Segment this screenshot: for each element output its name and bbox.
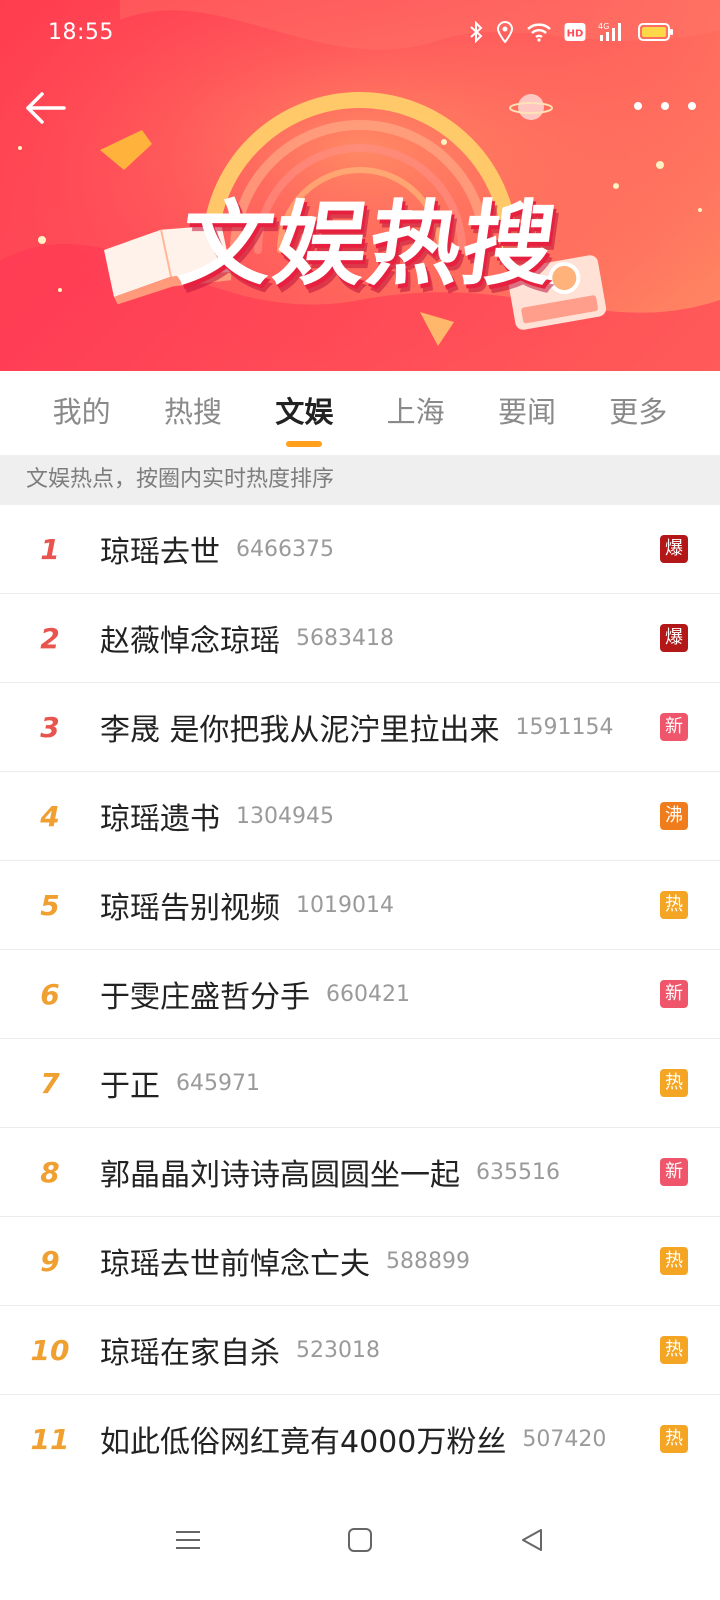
item-title: 于正 [100,1069,160,1104]
item-title: 郭晶晶刘诗诗高圆圆坐一起 [100,1158,460,1193]
wifi-icon [527,23,551,42]
menu-icon [176,1531,200,1549]
location-icon [496,21,514,43]
rank-number: 11 [30,1422,70,1456]
battery-icon [638,23,673,41]
item-title: 琼瑶去世前悼念亡夫 [100,1247,370,1282]
rank-number: 6 [40,977,60,1011]
rank-number: 8 [40,1155,60,1189]
item-heat-count: 507420 [522,1426,607,1452]
hot-list: 1 琼瑶去世 6466375 爆 2 赵薇悼念琼瑶 5683418 爆 3 李晟… [0,505,720,1484]
back-button[interactable] [22,84,70,132]
item-title: 赵薇悼念琼瑶 [100,624,280,659]
item-heat-count: 645971 [176,1070,260,1096]
list-item[interactable]: 8 郭晶晶刘诗诗高圆圆坐一起 635516 新 [0,1128,720,1217]
signal-4g-icon: 4G [598,22,621,41]
tab-more[interactable]: 更多 [583,371,694,455]
recent-apps-button[interactable] [163,1515,213,1565]
list-item[interactable]: 4 琼瑶遗书 1304945 沸 [0,772,720,861]
hd-icon: HD [564,23,586,41]
list-item[interactable]: 1 琼瑶去世 6466375 爆 [0,505,720,594]
item-heat-count: 523018 [296,1337,380,1363]
more-button[interactable] [630,86,700,126]
status-badge: 爆 [660,535,688,563]
rank-number: 5 [40,888,60,922]
item-heat-count: 635516 [476,1159,560,1185]
status-icons: HD 4G [468,21,674,43]
item-title: 琼瑶告别视频 [100,891,280,926]
item-heat-count: 1591154 [515,714,614,740]
rank-number: 3 [40,710,60,744]
list-item[interactable]: 11 如此低俗网红竟有4000万粉丝 507420 热 [0,1395,720,1484]
tab-shanghai[interactable]: 上海 [360,371,471,455]
list-item[interactable]: 10 琼瑶在家自杀 523018 热 [0,1306,720,1395]
rank-number: 7 [40,1066,60,1100]
status-badge: 热 [660,1069,688,1097]
status-badge: 热 [660,1247,688,1275]
item-heat-count: 1019014 [296,892,394,918]
item-title: 琼瑶去世 [100,535,220,570]
category-tabs: 我的 热搜 文娱 上海 要闻 更多 [0,371,720,455]
item-title: 如此低俗网红竟有4000万粉丝 [100,1425,507,1460]
item-heat-count: 5683418 [296,625,394,651]
status-badge: 新 [660,713,688,741]
more-dots-icon [634,102,642,110]
tab-hot[interactable]: 热搜 [137,371,248,455]
list-item[interactable]: 5 琼瑶告别视频 1019014 热 [0,861,720,950]
item-heat-count: 1304945 [236,803,334,829]
status-badge: 新 [660,1158,688,1186]
status-time: 18:55 [48,19,114,45]
list-item[interactable]: 9 琼瑶去世前悼念亡夫 588899 热 [0,1217,720,1306]
item-heat-count: 6466375 [236,536,334,562]
back-arrow-icon [26,92,66,124]
list-item[interactable]: 7 于正 645971 热 [0,1039,720,1128]
rank-number: 4 [40,799,60,833]
item-title: 李晟 是你把我从泥泞里拉出来 [100,713,500,748]
item-heat-count: 588899 [386,1248,470,1274]
home-button[interactable] [335,1515,385,1565]
status-badge: 爆 [660,624,688,652]
list-description: 文娱热点，按圈内实时热度排序 [0,455,720,505]
status-badge: 热 [660,1336,688,1364]
banner-title: 文娱热搜 [173,191,565,298]
item-title: 于雯庄盛哲分手 [100,980,310,1015]
rank-number: 1 [40,532,60,566]
status-badge: 热 [660,1425,688,1453]
back-triangle-icon [522,1529,542,1551]
tab-mine[interactable]: 我的 [26,371,137,455]
status-bar: 18:55 HD 4G [0,0,720,64]
list-item[interactable]: 3 李晟 是你把我从泥泞里拉出来 1591154 新 [0,683,720,772]
status-badge: 沸 [660,802,688,830]
rank-number: 10 [30,1333,70,1367]
list-item[interactable]: 6 于雯庄盛哲分手 660421 新 [0,950,720,1039]
status-badge: 热 [660,891,688,919]
tab-news[interactable]: 要闻 [471,371,582,455]
rank-number: 2 [40,621,60,655]
rank-number: 9 [40,1244,60,1278]
system-back-button[interactable] [507,1515,557,1565]
bluetooth-icon [470,21,483,43]
home-square-icon [348,1528,372,1552]
svg-text:4G: 4G [598,22,609,31]
item-title: 琼瑶遗书 [100,802,220,837]
item-heat-count: 660421 [326,981,410,1007]
list-item[interactable]: 2 赵薇悼念琼瑶 5683418 爆 [0,594,720,683]
status-badge: 新 [660,980,688,1008]
item-title: 琼瑶在家自杀 [100,1336,280,1371]
svg-text:HD: HD [567,29,584,40]
tab-entertainment[interactable]: 文娱 [249,371,360,455]
system-nav-bar [0,1480,720,1600]
banner: 18:55 HD 4G 文娱热搜 [0,0,720,371]
